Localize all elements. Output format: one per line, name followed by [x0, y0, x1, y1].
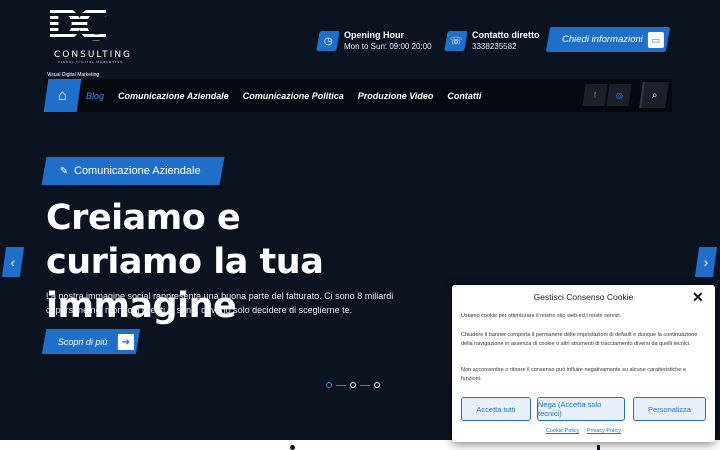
pencil-icon: ✎ [60, 165, 69, 177]
search-icon: ⌕ [652, 89, 658, 101]
arrow-right-icon: ➔ [118, 333, 134, 350]
logo-letters: DC [46, 4, 156, 48]
slider-next-button[interactable]: › [694, 247, 718, 277]
pagination-divider [336, 384, 346, 386]
pagination-divider [360, 384, 370, 386]
request-info-button[interactable]: Chiedi informazioni ▭ [545, 27, 671, 52]
chevron-left-icon: ‹ [9, 254, 17, 270]
contact-title: Contatto diretto [472, 30, 540, 40]
section-mark [597, 445, 600, 450]
inbox-icon: ▭ [648, 31, 664, 48]
category-badge[interactable]: ✎ Comunicazione Aziendale [41, 157, 225, 185]
cookie-text-intro: Usiamo cookie per ottimizzare il nostro … [461, 313, 622, 319]
direct-contact[interactable]: ☏ Contatto diretto 3338235582 [444, 30, 540, 51]
accept-all-button[interactable]: Accetta tutti [461, 397, 531, 421]
instagram-icon: ◎ [615, 90, 623, 100]
slider-prev-button[interactable]: ‹ [1, 247, 25, 277]
logo-word: CONSULTING [54, 50, 133, 60]
deny-button[interactable]: Nega (Accetta solo tecnici) [537, 397, 625, 421]
nav-item-produzione-video[interactable]: Produzione Video [358, 91, 434, 101]
slide-dot[interactable] [326, 382, 332, 388]
cookie-links: Cookie Policy Privacy Policy [452, 428, 715, 434]
instagram-button[interactable]: ◎ [606, 84, 632, 106]
discover-more-label: Scopri di più [58, 336, 108, 347]
cookie-text-consent: Non acconsentire o ritirare il consenso … [461, 367, 687, 382]
brand-subtitle: Visual Digital Marketing [47, 72, 100, 78]
phone-icon: ☏ [444, 30, 468, 51]
nav-menu: Blog Comunicazione Aziendale Comunicazio… [86, 79, 481, 112]
facebook-icon: f [593, 90, 597, 100]
hours-title: Opening Hour [344, 30, 404, 40]
cookie-policy-link[interactable]: Cookie Policy [546, 428, 579, 434]
slide-dot[interactable] [350, 382, 356, 388]
opening-hours: ◷ Opening Hour Mon to Sun: 09:00 20:00 [316, 30, 432, 51]
home-icon: ⌂ [57, 87, 68, 104]
nav-item-comunicazione-politica[interactable]: Comunicazione Politica [243, 91, 344, 101]
hero-text: La nostra immagine social rappresenta un… [46, 291, 394, 315]
section-mark [290, 445, 295, 450]
home-button[interactable]: ⌂ [43, 79, 82, 112]
cookie-text-banner: Chiudere il banner comporta il permanere… [461, 332, 698, 347]
main-nav: ⌂ Blog Comunicazione Aziendale Comunicaz… [43, 79, 672, 112]
clock-icon: ◷ [316, 30, 340, 51]
contact-phone[interactable]: 3338235582 [472, 42, 540, 51]
privacy-policy-link[interactable]: Privacy Policy [587, 428, 621, 434]
category-badge-label: Comunicazione Aziendale [74, 165, 201, 177]
search-button[interactable]: ⌕ [639, 82, 669, 108]
close-icon[interactable]: ✕ [692, 289, 704, 306]
discover-more-button[interactable]: Scopri di più ➔ [41, 329, 141, 354]
facebook-button[interactable]: f [582, 84, 608, 106]
header: DC CONSULTING VISUAL DIGITAL MARKETING V… [0, 0, 720, 78]
request-info-label: Chiedi informazioni [562, 34, 643, 45]
hours-value: Mon to Sun: 09:00 20:00 [344, 42, 432, 51]
nav-item-contatti[interactable]: Contatti [447, 91, 481, 101]
slider-pagination [326, 382, 380, 388]
nav-item-comunicazione-aziendale[interactable]: Comunicazione Aziendale [118, 91, 229, 101]
logo[interactable]: DC CONSULTING VISUAL DIGITAL MARKETING [46, 4, 156, 66]
cookie-consent-dialog: Gestisci Consenso Cookie ✕ Usiamo cookie… [452, 285, 715, 442]
nav-item-blog[interactable]: Blog [86, 91, 104, 101]
cookie-dialog-title: Gestisci Consenso Cookie [533, 292, 634, 302]
customize-button[interactable]: Personalizza [633, 397, 706, 421]
logo-tagline: VISUAL DIGITAL MARKETING [58, 60, 124, 64]
slide-dot[interactable] [374, 382, 380, 388]
chevron-right-icon: › [702, 254, 710, 270]
